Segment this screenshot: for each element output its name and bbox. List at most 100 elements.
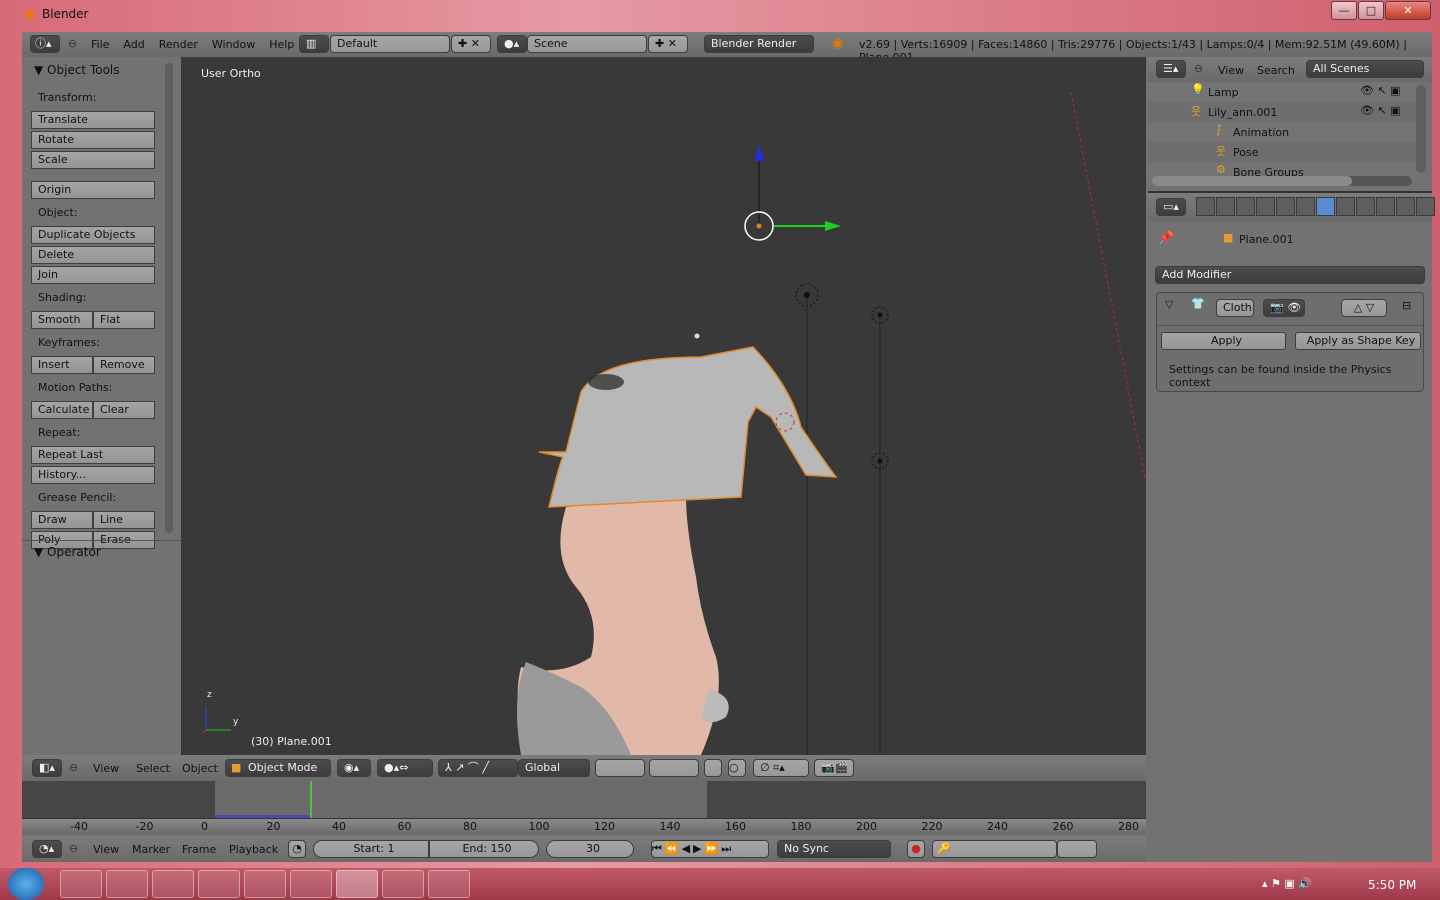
- screen-add-remove[interactable]: ✚ ✕: [451, 35, 491, 53]
- tool-button-rotate[interactable]: Rotate: [31, 131, 155, 149]
- outliner-item[interactable]: 웃 Lily_ann.001 👁 ↖ ▣: [1148, 102, 1416, 122]
- tool-button-line[interactable]: Line: [93, 511, 155, 529]
- context-tab-render[interactable]: [1196, 197, 1215, 216]
- collapse-icon[interactable]: ⊖: [69, 761, 78, 774]
- tool-button-insert[interactable]: Insert: [31, 356, 93, 374]
- outliner-editor-icon[interactable]: ☰▴: [1156, 60, 1186, 78]
- collapse-icon[interactable]: ⊖: [69, 842, 78, 855]
- screen-layout-field[interactable]: Default: [330, 35, 450, 53]
- start-frame-field[interactable]: Start: 1: [313, 840, 429, 858]
- timeline-area[interactable]: [22, 781, 1146, 818]
- tool-button-scale[interactable]: Scale: [31, 151, 155, 169]
- selected-hat-mesh[interactable]: [538, 346, 838, 508]
- orientation-select[interactable]: Global: [518, 759, 590, 777]
- menu-view[interactable]: View: [93, 762, 119, 775]
- current-frame-line[interactable]: [310, 781, 312, 818]
- context-tab-object[interactable]: [1276, 197, 1295, 216]
- record-icon[interactable]: ●: [907, 840, 925, 858]
- scene-add-remove[interactable]: ✚ ✕: [648, 35, 688, 53]
- taskbar-app-button[interactable]: [60, 870, 102, 898]
- z-arrow-handle[interactable]: [754, 145, 764, 161]
- keying-set-field[interactable]: 🔑: [932, 840, 1057, 858]
- y-arrow-handle[interactable]: [825, 221, 841, 231]
- menu-render[interactable]: Render: [159, 38, 198, 51]
- layer-buttons[interactable]: [649, 759, 699, 777]
- visibility-icons[interactable]: 👁 ↖ ▣: [1360, 104, 1401, 117]
- operator-panel-header[interactable]: ▼ Operator: [34, 545, 101, 559]
- tool-button-remove[interactable]: Remove: [93, 356, 155, 374]
- tool-button-duplicate-objects[interactable]: Duplicate Objects: [31, 226, 155, 244]
- properties-editor-icon[interactable]: ▭▴: [1156, 198, 1186, 216]
- context-tab-data[interactable]: [1336, 197, 1355, 216]
- collapse-arrow-icon[interactable]: ▽: [1165, 298, 1173, 311]
- context-tab-constraints[interactable]: [1296, 197, 1315, 216]
- apply-shape-key-button[interactable]: Apply as Shape Key: [1295, 332, 1421, 350]
- menu-select[interactable]: Select: [136, 762, 170, 775]
- render-buttons[interactable]: 📷🎬: [814, 759, 854, 777]
- modifier-visibility-toggles[interactable]: 📷 👁: [1263, 299, 1305, 317]
- modifier-options-icon[interactable]: ⊟: [1402, 299, 1411, 312]
- manipulator-buttons[interactable]: ⅄ ↗ ⌒ ╱: [438, 759, 518, 777]
- tool-button-translate[interactable]: Translate: [31, 111, 155, 129]
- keying-buttons[interactable]: [1057, 840, 1097, 858]
- menu-marker[interactable]: Marker: [132, 843, 170, 856]
- info-editor-type-icon[interactable]: ⓘ▴: [30, 35, 60, 53]
- clock[interactable]: 5:50 PM: [1368, 878, 1416, 892]
- scene-icon[interactable]: ●▴: [497, 35, 527, 53]
- taskbar-app-button[interactable]: [244, 870, 286, 898]
- lock-layers-icon[interactable]: [704, 759, 722, 777]
- current-frame-field[interactable]: 30: [546, 840, 634, 858]
- menu-frame[interactable]: Frame: [182, 843, 216, 856]
- context-tab-texture[interactable]: [1376, 197, 1395, 216]
- taskbar-app-button[interactable]: [106, 870, 148, 898]
- context-tab-particles[interactable]: [1396, 197, 1415, 216]
- shading-select[interactable]: ◉▴: [337, 759, 371, 777]
- sync-select[interactable]: No Sync: [777, 840, 891, 858]
- preview-range-icon[interactable]: ◔: [288, 840, 306, 858]
- pivot-select[interactable]: ●▴⇔: [377, 759, 433, 777]
- taskbar-app-button[interactable]: [428, 870, 470, 898]
- tool-button-join[interactable]: Join: [31, 266, 155, 284]
- tool-button-smooth[interactable]: Smooth: [31, 311, 93, 329]
- tool-button-delete[interactable]: Delete: [31, 246, 155, 264]
- menu-file[interactable]: File: [91, 38, 109, 51]
- context-tab-physics[interactable]: [1416, 197, 1435, 216]
- scene-field[interactable]: Scene: [527, 35, 647, 53]
- maximize-button[interactable]: □: [1358, 1, 1384, 20]
- minimize-button[interactable]: —: [1331, 1, 1357, 20]
- snap-buttons[interactable]: ∅ ⌗▴: [753, 759, 809, 777]
- context-tab-material[interactable]: [1356, 197, 1375, 216]
- timeline-editor-icon[interactable]: ◔▴: [32, 840, 62, 858]
- outliner-item[interactable]: ∫ Animation: [1148, 122, 1416, 142]
- tool-button-origin[interactable]: Origin: [31, 181, 155, 199]
- start-button[interactable]: [8, 868, 44, 900]
- taskbar-app-button[interactable]: [198, 870, 240, 898]
- close-button[interactable]: ✕: [1385, 1, 1431, 20]
- object-tools-panel-header[interactable]: ▼ Object Tools: [34, 63, 120, 77]
- add-modifier-select[interactable]: Add Modifier: [1155, 266, 1425, 284]
- taskbar-app-button[interactable]: [152, 870, 194, 898]
- context-tab-scene[interactable]: [1236, 197, 1255, 216]
- layer-buttons[interactable]: [595, 759, 645, 777]
- menu-help[interactable]: Help: [269, 38, 294, 51]
- pin-icon[interactable]: 📌: [1158, 231, 1174, 246]
- visibility-icons[interactable]: 👁 ↖ ▣: [1360, 84, 1401, 97]
- collapse-icon[interactable]: ⊖: [68, 37, 77, 50]
- tool-shelf-scrollbar[interactable]: [165, 63, 173, 533]
- outliner-filter-select[interactable]: All Scenes: [1306, 60, 1424, 78]
- menu-add[interactable]: Add: [123, 38, 144, 51]
- apply-button[interactable]: Apply: [1161, 332, 1286, 350]
- menu-search[interactable]: Search: [1257, 64, 1295, 77]
- tool-button-draw[interactable]: Draw: [31, 511, 93, 529]
- outliner-v-scrollbar[interactable]: [1416, 85, 1426, 173]
- collapse-icon[interactable]: ⊖: [1194, 62, 1203, 75]
- tray-icons[interactable]: ▴ ⚑ ▣ 🔊: [1262, 877, 1312, 890]
- taskbar-app-button[interactable]: [290, 870, 332, 898]
- 3d-viewport[interactable]: User Ortho z y (30) Plane.001: [181, 57, 1146, 755]
- end-frame-field[interactable]: End: 150: [429, 840, 539, 858]
- tool-button-flat[interactable]: Flat: [93, 311, 155, 329]
- editor-type-icon[interactable]: ◧▴: [32, 759, 62, 777]
- outliner-h-scrollbar[interactable]: [1152, 176, 1412, 186]
- tool-button-clear[interactable]: Clear: [93, 401, 155, 419]
- context-tab-world[interactable]: [1256, 197, 1275, 216]
